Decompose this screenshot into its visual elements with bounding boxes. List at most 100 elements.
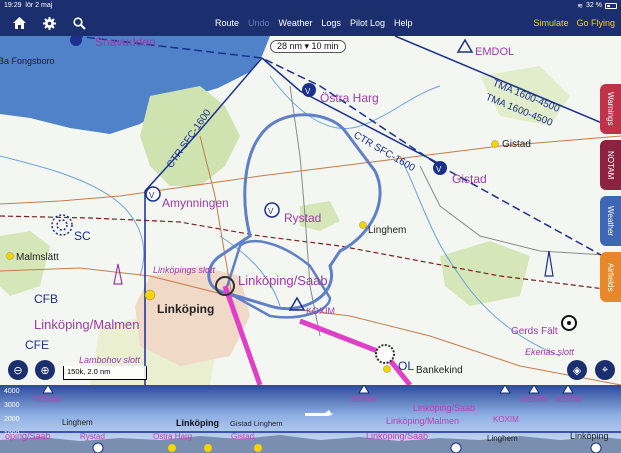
profile-triangle-icon (528, 385, 540, 394)
tab-notam[interactable]: NOTAM (600, 140, 621, 190)
label-amynningen: Amynningen (162, 196, 229, 210)
waypoint-ostra-harg-icon: V (302, 83, 316, 97)
label-rystad: Rystad (284, 211, 322, 225)
profile-label-rystad: Rystad (80, 432, 105, 441)
go-flying-button[interactable]: Go Flying (576, 18, 615, 28)
label-linkoping-saab: Linköping/Saab (238, 273, 328, 288)
status-bar: 19:29 lör 2 maj ≋ 32 % (0, 0, 621, 11)
profile-label-linghem: Linghem (62, 418, 93, 427)
layers-icon: ◈ (572, 364, 582, 377)
aeronautical-map[interactable]: V V V V 28 nm ▾ 10 min Snavudden Ba Fong… (0, 36, 621, 385)
profile-label-linkoping-saab-2: Linköping/Saab (366, 431, 429, 441)
svg-text:V: V (268, 207, 274, 216)
profile-label-linkoping-right: Linköping (570, 431, 609, 441)
label-ol: OL (398, 359, 415, 373)
plus-icon: ⊕ (40, 364, 50, 377)
profile-triangles (42, 385, 574, 394)
town-dot-malmslatt (6, 252, 14, 260)
pink-route-2 (299, 318, 386, 357)
locate-button[interactable]: ⌖ (595, 360, 615, 380)
label-emdol: EMDOL (475, 46, 515, 58)
layers-button[interactable]: ◈ (567, 360, 587, 380)
pilot-log-button[interactable]: Pilot Log (350, 18, 385, 28)
profile-label-linkoping-saab: Linköping/Saab (413, 403, 476, 413)
label-bankekind: Bankekind (416, 365, 463, 376)
profile-waypoint-icon (168, 444, 176, 452)
altitude-label-4000: 4000 (4, 388, 20, 395)
profile-waypoint-icon (92, 442, 104, 453)
town-dot-bankekind (383, 365, 391, 373)
label-gistad: Gistad (452, 172, 487, 186)
altitude-profile[interactable]: 4000 3000 2000 1000 KOXIM KOXIM KOXIM KO… (0, 385, 621, 453)
profile-waypoint-icon (590, 442, 602, 453)
weather-button[interactable]: Weather (279, 18, 313, 28)
label-malmslatt: Malmslätt (16, 252, 59, 263)
zoom-in-button[interactable]: ⊕ (35, 360, 55, 380)
label-linkopings-slott: Linköpings slott (153, 265, 216, 275)
profile-label-linkoping-malmen: Linköping/Malmen (386, 416, 460, 426)
tab-weather[interactable]: Weather (600, 196, 621, 246)
profile-label-koxim: KOXIM (35, 395, 61, 404)
airport-ol-symbol (375, 344, 395, 364)
profile-label-koxim: KOXIM (556, 395, 582, 404)
battery-icon (605, 2, 617, 9)
profile-label-koxim: KOXIM (351, 395, 377, 404)
profile-waypoint-icon (254, 444, 262, 452)
home-icon[interactable] (10, 14, 28, 32)
status-date: lör 2 maj (25, 2, 53, 9)
label-cfe: CFE (25, 338, 49, 352)
altitude-label-2000: 2000 (4, 416, 20, 423)
label-gistad-small: Gistad (502, 139, 531, 150)
undo-button[interactable]: Undo (248, 18, 270, 28)
label-linghem: Linghem (368, 225, 407, 236)
profile-triangle-icon (358, 385, 370, 394)
help-button[interactable]: Help (394, 18, 413, 28)
profile-label-gistad: Gistad (231, 432, 255, 441)
obstacle-icon (544, 250, 554, 277)
waypoint-gistad-icon: V (433, 161, 447, 175)
label-snavudden: Snavudden (95, 36, 156, 49)
emdol-triangle-icon (456, 38, 474, 53)
profile-label-ostra-harg: Östra Harg (153, 432, 193, 441)
tab-airfields[interactable]: Airfields (600, 252, 621, 302)
range-selector[interactable]: 28 nm ▾ 10 min (270, 40, 346, 53)
label-ekenas-slott: Ekenäs slott (525, 347, 575, 357)
tab-warnings[interactable]: Warnings (600, 84, 621, 134)
profile-triangle-icon (42, 385, 54, 394)
sc-symbol (51, 214, 73, 236)
obstacle-icon-2 (113, 263, 123, 285)
plane-icon (305, 410, 333, 416)
battery-percent: 32 % (586, 2, 602, 9)
profile-label-koxim-mid: KOXIM (493, 415, 519, 424)
label-koxim: KOXIM (306, 306, 336, 316)
profile-label-linkoping: Linköping (176, 418, 219, 428)
label-sc: SC (74, 229, 91, 243)
profile-triangle-icon (562, 385, 574, 394)
logs-button[interactable]: Logs (321, 18, 341, 28)
status-time: 19:29 (4, 2, 22, 9)
profile-label-gistad-linghem: Gistad Linghem (230, 419, 283, 428)
profile-label-koxim: KOXIM (521, 395, 547, 404)
route-button[interactable]: Route (215, 18, 239, 28)
svg-text:V: V (149, 191, 155, 200)
label-cfb: CFB (34, 292, 58, 306)
svg-text:V: V (305, 87, 311, 96)
road-5 (419, 165, 621, 257)
gear-icon[interactable] (40, 14, 58, 32)
svg-text:V: V (436, 165, 442, 174)
top-toolbar: Route Undo Weather Logs Pilot Log Help S… (0, 11, 621, 36)
simulate-button[interactable]: Simulate (533, 18, 568, 28)
label-lambohov: Lambohov slott (79, 355, 141, 365)
waypoint-amynningen-icon: V (145, 186, 161, 202)
profile-label-linghem-right: Linghem (487, 434, 518, 443)
search-icon[interactable] (70, 14, 88, 32)
altitude-label-3000: 3000 (4, 402, 20, 409)
label-linkoping-malmen: Linköping/Malmen (34, 317, 140, 332)
town-dot-linkoping (144, 289, 156, 301)
waypoint-rystad-icon: V (264, 202, 280, 218)
profile-label-oping-saab: oping/Saab (5, 431, 51, 441)
profile-waypoint-icon (204, 444, 212, 452)
profile-waypoint-icon (450, 442, 462, 453)
label-gerds-falt: Gerds Fält (511, 326, 558, 337)
zoom-out-button[interactable]: ⊖ (8, 360, 28, 380)
